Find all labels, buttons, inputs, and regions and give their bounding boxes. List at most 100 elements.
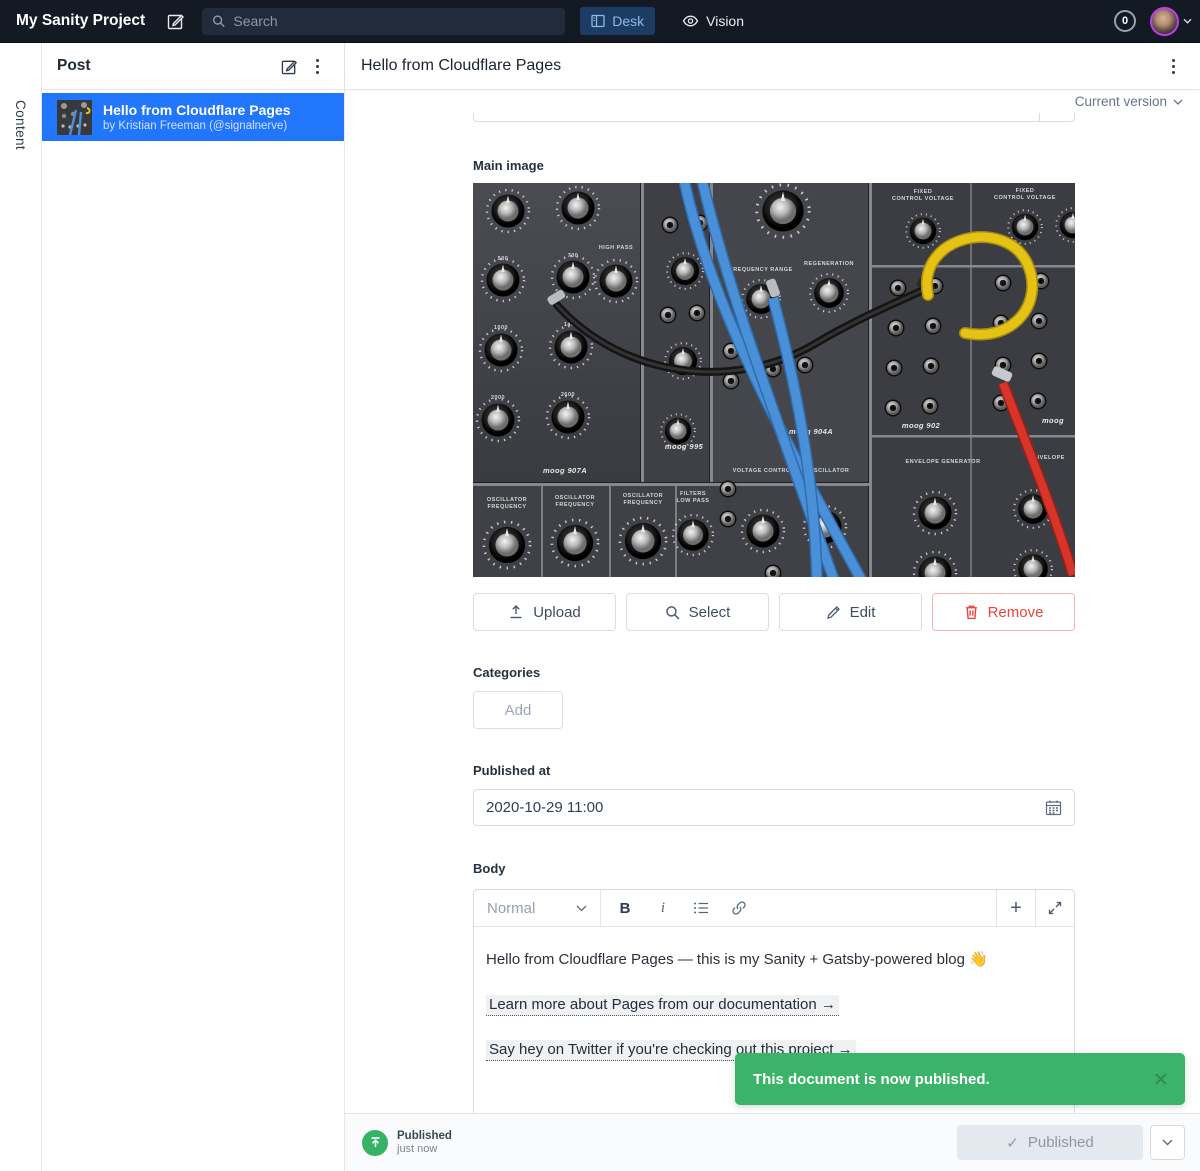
svg-text:CONTROL VOLTAGE: CONTROL VOLTAGE [892,196,954,202]
expand-icon [1048,901,1062,915]
svg-text:FREQUENCY: FREQUENCY [623,500,662,506]
main-image-label: Main image [473,158,1075,173]
desk-icon [591,14,605,28]
document-menu-button[interactable] [1159,52,1187,80]
body-link-documentation[interactable]: Learn more about Pages from our document… [486,995,839,1016]
remove-button[interactable]: Remove [932,593,1075,631]
svg-text:FREQUENCY RANGE: FREQUENCY RANGE [729,267,792,273]
compose-button[interactable] [163,8,189,34]
toast-message: This document is now published. [753,1071,1153,1088]
compose-icon [167,12,185,30]
kebab-icon [316,59,319,74]
svg-text:500: 500 [498,256,509,262]
svg-text:OSCILLATOR: OSCILLATOR [555,495,595,501]
list-item-subtitle: by Kristian Freeman (@signalnerve) [103,120,290,132]
document-scroll-area[interactable]: Main image [345,113,1200,1113]
compose-icon [281,58,298,75]
body-paragraph: Hello from Cloudflare Pages — this is my… [486,949,1062,970]
italic-button[interactable]: i [649,894,677,922]
svg-text:FREQUENCY: FREQUENCY [555,502,594,508]
add-category-button[interactable]: Add [473,691,563,729]
insert-block-button[interactable]: + [996,890,1035,926]
top-navbar: My Sanity Project Desk Vision 0 [0,0,1200,43]
publish-status-title: Published [397,1130,452,1142]
tab-desk[interactable]: Desk [580,7,655,35]
search-icon [665,605,680,620]
svg-text:OSCILLATOR: OSCILLATOR [623,493,663,499]
chevron-down-icon [576,905,587,912]
check-icon: ✓ [1006,1134,1019,1152]
notification-badge[interactable]: 0 [1114,10,1136,32]
list-item-thumbnail [57,100,92,135]
pane-title: Post [57,57,275,75]
upload-icon [508,604,524,620]
published-status-icon [362,1130,388,1156]
paragraph-style-select[interactable]: Normal [474,890,601,926]
post-list-header: Post [42,43,344,90]
title-field-partial[interactable] [473,113,1075,122]
search-input[interactable] [233,13,555,29]
publish-status-time: just now [397,1143,452,1155]
svg-text:CONTROL VOLTAGE: CONTROL VOLTAGE [994,195,1056,201]
svg-text:FREQUENCY: FREQUENCY [487,504,526,510]
bold-button[interactable]: B [611,894,639,922]
select-button[interactable]: Select [626,593,769,631]
avatar[interactable] [1150,7,1179,36]
svg-text:REGENERATION: REGENERATION [804,261,854,267]
publish-toast: This document is now published. [735,1053,1185,1105]
fullscreen-button[interactable] [1035,890,1074,926]
list-item-title: Hello from Cloudflare Pages [103,102,290,118]
content-rail[interactable]: Content [0,43,42,1171]
publish-menu-button[interactable] [1150,1125,1185,1160]
svg-text:LOW PASS: LOW PASS [677,498,710,504]
pencil-icon [826,605,841,620]
svg-text:moog 995: moog 995 [665,442,704,451]
svg-text:700: 700 [568,253,579,259]
document-footer: Published just now ✓ Published [345,1113,1200,1171]
svg-text:HIGH PASS: HIGH PASS [599,245,633,251]
search-field[interactable] [202,8,565,35]
search-icon [212,14,225,28]
published-at-label: Published at [473,763,1075,778]
tab-vision[interactable]: Vision [682,7,744,35]
bullet-list-button[interactable] [687,894,715,922]
pane-menu-button[interactable] [303,52,331,80]
eye-icon [682,14,699,28]
version-selector[interactable]: Current version [345,90,1200,113]
upload-button[interactable]: Upload [473,593,616,631]
svg-text:OSCILLATOR: OSCILLATOR [487,497,527,503]
content-rail-label: Content [13,100,28,150]
list-item-hello-from-cloudflare-pages[interactable]: Hello from Cloudflare Pages by Kristian … [42,93,344,141]
publish-status[interactable]: Published just now [362,1130,452,1156]
chevron-down-icon [1173,99,1183,105]
chevron-down-icon [1162,1139,1173,1146]
link-icon [731,900,747,916]
svg-text:FILTERS: FILTERS [680,491,706,497]
document-header: Hello from Cloudflare Pages [345,43,1200,90]
body-label: Body [473,861,1075,876]
document-pane: Hello from Cloudflare Pages Current vers… [345,43,1200,1171]
document-title: Hello from Cloudflare Pages [361,57,1159,75]
new-document-button[interactable] [275,52,303,80]
svg-text:FIXED: FIXED [1016,188,1035,194]
bulleted-list-icon [693,901,709,915]
publish-button[interactable]: ✓ Published [957,1125,1143,1160]
main-image-preview[interactable]: 500700 10001400 20002600 HIGH PASS moog … [473,183,1075,577]
svg-text:FIXED: FIXED [914,189,933,195]
published-at-input[interactable]: 2020-10-29 11:00 [473,789,1075,826]
svg-text:ENVELOPE GENERATOR: ENVELOPE GENERATOR [905,459,980,465]
calendar-icon[interactable] [1045,799,1062,816]
tab-desk-label: Desk [612,13,644,29]
version-label: Current version [1075,94,1167,109]
close-icon[interactable] [1153,1071,1169,1087]
project-title: My Sanity Project [16,12,145,30]
categories-label: Categories [473,665,1075,680]
svg-text:moog 902: moog 902 [902,421,941,430]
trash-icon [964,604,979,620]
image-actions-row: Upload Select Edit Remove [473,593,1075,631]
chevron-down-icon [1183,18,1192,24]
link-button[interactable] [725,894,753,922]
edit-button[interactable]: Edit [779,593,922,631]
editor-toolbar: Normal B i [474,890,1074,927]
avatar-menu-caret[interactable] [1183,18,1192,24]
